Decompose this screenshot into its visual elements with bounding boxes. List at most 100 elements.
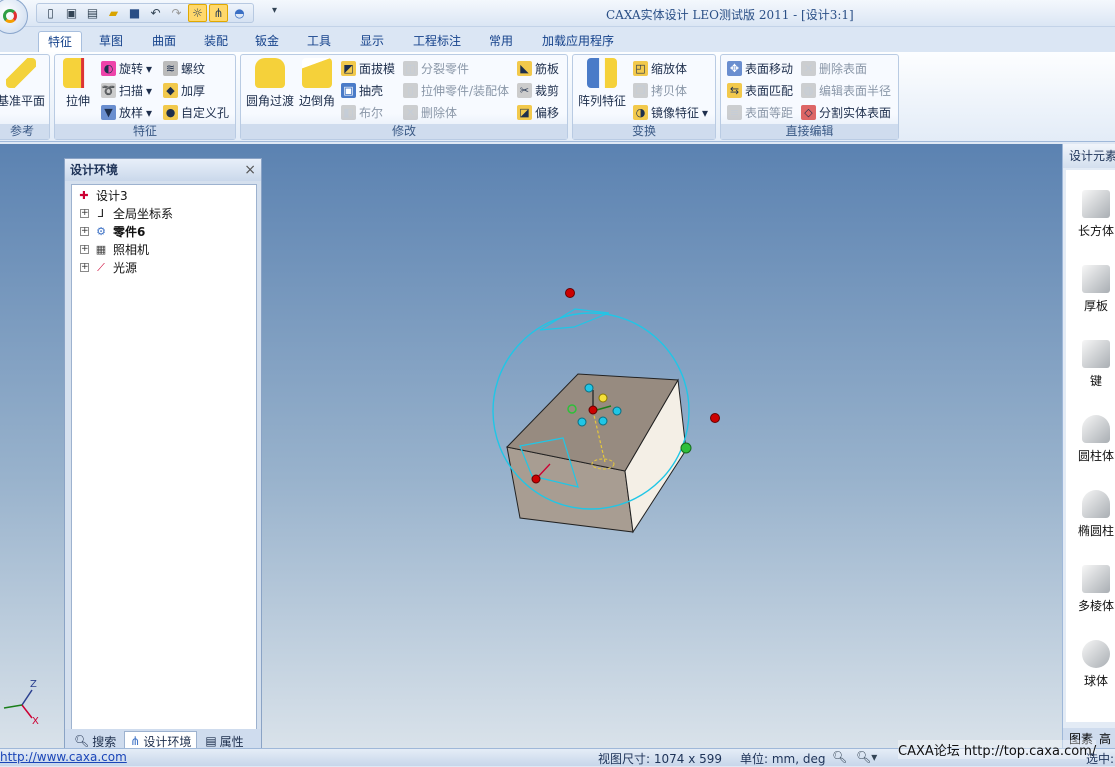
handle-point[interactable]	[588, 405, 598, 415]
thicken-button[interactable]: ◆ 加厚	[163, 81, 205, 100]
hat-icon[interactable]: ◓	[230, 4, 249, 22]
custom-hole-label: 自定义孔	[181, 106, 230, 120]
pattern-button[interactable]: 阵列特征	[575, 58, 629, 109]
mirror-feature-button[interactable]: ◑ 镜像特征 ▾	[633, 103, 708, 122]
extrude-part-button[interactable]: ▯ 拉伸零件/装配体	[403, 81, 509, 100]
mirror-label: 镜像特征	[651, 106, 700, 120]
element-prism[interactable]: 多棱体	[1066, 565, 1115, 614]
rib-label: 筋板	[535, 62, 560, 76]
copy-body-button[interactable]: ❐ 拷贝体	[633, 81, 687, 100]
extrude-icon	[63, 58, 93, 88]
match-face-button[interactable]: ⇆ 表面匹配	[727, 81, 793, 100]
edit-face-radius-button[interactable]: ◍ 编辑表面半径	[801, 81, 891, 100]
handle-point[interactable]	[598, 416, 608, 426]
scale-body-button[interactable]: ◰ 缩放体	[633, 59, 687, 78]
move-face-button[interactable]: ✥ 表面移动	[727, 59, 793, 78]
extrude-label: 拉伸	[65, 94, 90, 108]
handle-point[interactable]	[612, 406, 622, 416]
website-link[interactable]: http://www.caxa.com	[0, 750, 127, 764]
delete-body-button[interactable]: ✕ 删除体	[403, 103, 457, 122]
tab-tools[interactable]: 工具	[298, 31, 340, 52]
trim-button[interactable]: ✂ 裁剪	[517, 81, 559, 100]
zoom-icon[interactable]: 🔍︎	[832, 750, 847, 764]
handle-point[interactable]	[531, 474, 541, 484]
expand-icon[interactable]: +	[80, 244, 89, 254]
split-part-button[interactable]: ◫ 分裂零件	[403, 59, 469, 78]
shell-button[interactable]: ▣ 抽壳	[341, 81, 383, 100]
element-cylinder[interactable]: 圆柱体	[1066, 415, 1115, 464]
tree-node-design[interactable]: ✚ 设计3	[76, 186, 128, 204]
tree-node-label: 设计3	[96, 188, 128, 203]
redo-icon[interactable]: ↷	[167, 4, 186, 22]
handle-point[interactable]	[577, 417, 587, 427]
sweep-button[interactable]: ➰ 扫描 ▾	[101, 81, 152, 100]
rib-button[interactable]: ◣ 筋板	[517, 59, 559, 78]
save-icon[interactable]: ■	[125, 4, 144, 22]
datum-plane-button[interactable]: 基准平面	[0, 58, 47, 109]
gear-icon: ⚙	[96, 224, 106, 238]
delete-face-button[interactable]: ✕ 删除表面	[801, 59, 867, 78]
element-slab[interactable]: 厚板	[1066, 265, 1115, 314]
new-file-icon[interactable]: ▯	[41, 4, 60, 22]
tab-annotation[interactable]: 工程标注	[404, 31, 470, 52]
expand-icon[interactable]: +	[80, 226, 89, 236]
draft-icon: ◩	[341, 61, 356, 76]
loft-button[interactable]: ▼ 放样 ▾	[101, 103, 152, 122]
tab-feature[interactable]: 特征	[38, 31, 83, 52]
close-icon[interactable]: ×	[244, 159, 256, 181]
undo-icon[interactable]: ↶	[146, 4, 165, 22]
offset-button[interactable]: ◪ 偏移	[517, 103, 559, 122]
tab-sketch[interactable]: 草图	[90, 31, 132, 52]
panel-header: 设计环境 ×	[65, 159, 261, 181]
custom-hole-button[interactable]: ● 自定义孔	[163, 103, 229, 122]
tab-common[interactable]: 常用	[480, 31, 522, 52]
handle-point[interactable]	[565, 288, 575, 298]
extrude-button[interactable]: 拉伸	[59, 58, 97, 109]
tab-assembly[interactable]: 装配	[195, 31, 237, 52]
new-design-icon[interactable]: ▣	[62, 4, 81, 22]
view-tools-icon[interactable]: 🔍︎▾	[856, 750, 877, 764]
element-key[interactable]: 键	[1066, 340, 1115, 389]
handle-point[interactable]	[680, 442, 692, 454]
tab-display[interactable]: 显示	[351, 31, 393, 52]
group-transform: 阵列特征 ◰ 缩放体 ❐ 拷贝体 ◑ 镜像特征 ▾ 变换	[572, 54, 716, 140]
tab-surface[interactable]: 曲面	[143, 31, 185, 52]
thread-button[interactable]: ≋ 螺纹	[163, 59, 205, 78]
qat-more-button[interactable]: ▾	[272, 5, 277, 16]
element-cuboid[interactable]: 长方体	[1066, 190, 1115, 239]
fillet-icon	[255, 58, 285, 88]
revolve-button[interactable]: ◐ 旋转 ▾	[101, 59, 152, 78]
element-sphere[interactable]: 球体	[1066, 640, 1115, 689]
group-caption: 参考	[0, 124, 49, 139]
smart-select-icon[interactable]: ☼	[188, 4, 207, 22]
chamfer-button[interactable]: 边倒角	[297, 58, 337, 109]
pattern-icon	[587, 58, 617, 88]
tree-node-part6[interactable]: + ⚙ 零件6	[80, 222, 145, 240]
split-face-icon: ◇	[801, 105, 816, 120]
plane-handle[interactable]	[539, 308, 610, 331]
handle-point[interactable]	[584, 383, 594, 393]
tab-sheet-metal[interactable]: 钣金	[246, 31, 288, 52]
expand-icon[interactable]: +	[80, 208, 89, 218]
offset-face-label: 表面等距	[745, 106, 794, 120]
element-elliptic-cylinder[interactable]: 椭圆柱	[1066, 490, 1115, 539]
handle-point[interactable]	[710, 413, 720, 423]
split-face-button[interactable]: ◇ 分割实体表面	[801, 103, 891, 122]
new-drawing-icon[interactable]: ▤	[83, 4, 102, 22]
delete-body-icon: ✕	[403, 105, 418, 120]
handle-point[interactable]	[598, 393, 608, 403]
draft-button[interactable]: ◩ 面拔模	[341, 59, 395, 78]
shell-label: 抽壳	[359, 84, 384, 98]
tree-node-global-coords[interactable]: + ⅃ 全局坐标系	[80, 204, 173, 222]
open-folder-icon[interactable]: ▰	[104, 4, 123, 22]
thicken-icon: ◆	[163, 83, 178, 98]
boolean-button[interactable]: ◧ 布尔	[341, 103, 383, 122]
tree-icon[interactable]: ⋔	[209, 4, 228, 22]
expand-icon[interactable]: +	[80, 262, 89, 272]
fillet-button[interactable]: 圆角过渡	[245, 58, 295, 109]
tree-node-camera[interactable]: + ▦ 照相机	[80, 240, 149, 258]
offset-face-button[interactable]: ≡ 表面等距	[727, 103, 793, 122]
tree-node-light[interactable]: + ⟋ 光源	[80, 258, 137, 276]
tab-advanced[interactable]: 高	[1099, 730, 1111, 746]
tab-addins[interactable]: 加载应用程序	[533, 31, 623, 52]
